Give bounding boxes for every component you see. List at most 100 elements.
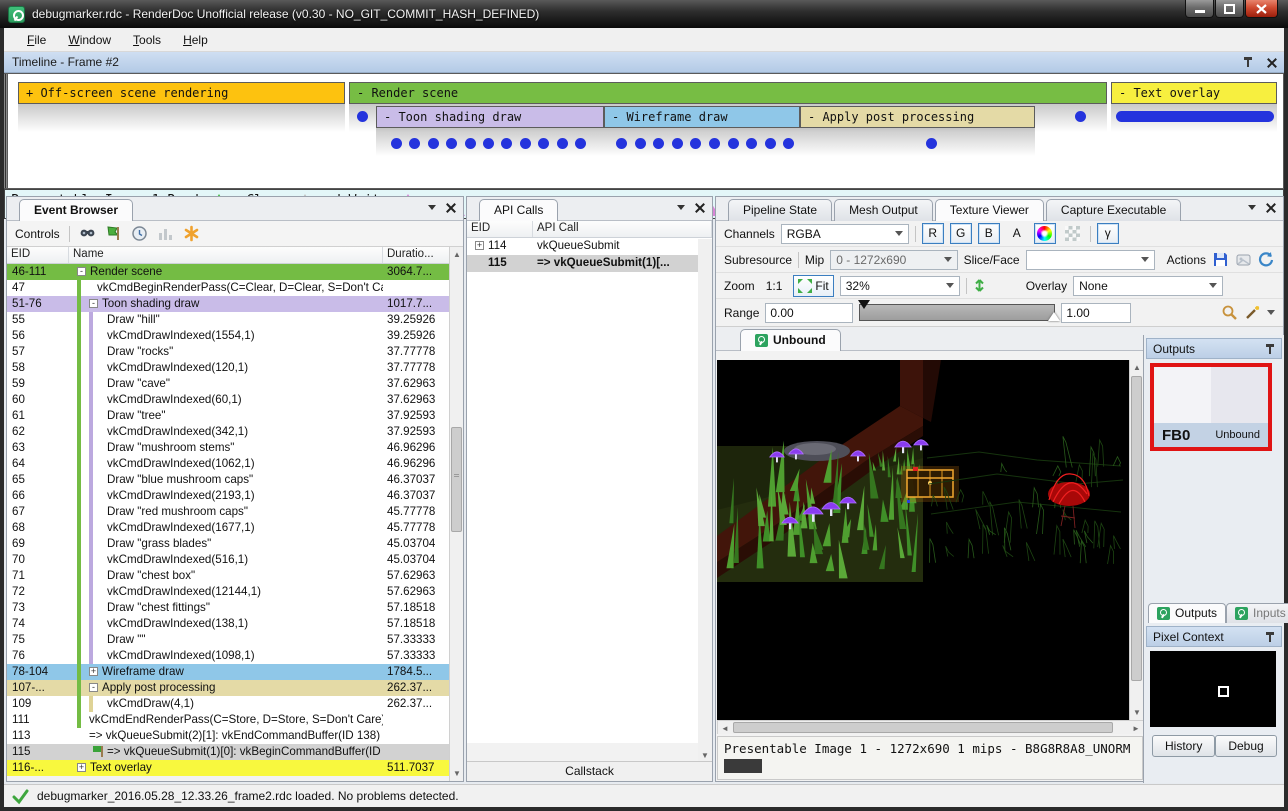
timeline-draw-dot[interactable]: [520, 138, 531, 149]
hdr-mul-color-wheel-button[interactable]: [1034, 223, 1056, 244]
slice-face-select[interactable]: [1026, 250, 1155, 270]
tab-texture-unbound[interactable]: Unbound: [740, 329, 841, 351]
range-min-input[interactable]: 0.00: [765, 303, 853, 323]
event-row[interactable]: 71Draw "chest box"57.62963: [7, 568, 449, 584]
event-row[interactable]: 56vkCmdDrawIndexed(1554,1)39.25926: [7, 328, 449, 344]
menu-help[interactable]: Help: [174, 30, 217, 50]
range-max-input[interactable]: 1.00: [1061, 303, 1131, 323]
timeline-draw-dot[interactable]: [483, 138, 494, 149]
event-row[interactable]: 113=> vkQueueSubmit(2)[1]: vkEndCommandB…: [7, 728, 449, 744]
event-row[interactable]: 58vkCmdDrawIndexed(120,1)37.77778: [7, 360, 449, 376]
timeline-marker-bar[interactable]: - Wireframe draw: [604, 106, 800, 128]
channel-alpha-button[interactable]: A: [1006, 223, 1028, 244]
event-row[interactable]: 75Draw ""57.33333: [7, 632, 449, 648]
zoom-select[interactable]: 32%: [840, 276, 960, 296]
minimize-button[interactable]: [1185, 0, 1214, 18]
event-row[interactable]: 65Draw "blue mushroom caps"46.37037: [7, 472, 449, 488]
chevron-down-icon[interactable]: [428, 205, 436, 210]
timeline-draw-dot[interactable]: [728, 138, 739, 149]
event-row[interactable]: 68vkCmdDrawIndexed(1677,1)45.77778: [7, 520, 449, 536]
event-row[interactable]: 115=> vkQueueSubmit(1)[0]: vkBeginComman…: [7, 744, 449, 760]
event-row[interactable]: 116-...+Text overlay511.7037: [7, 760, 449, 776]
timeline-draw-dot[interactable]: [709, 138, 720, 149]
save-icon[interactable]: [1212, 251, 1229, 268]
menu-file[interactable]: File: [18, 30, 55, 50]
event-row[interactable]: 57Draw "rocks"37.77778: [7, 344, 449, 360]
close-button[interactable]: [1245, 0, 1278, 18]
timeline-draw-dot[interactable]: [1075, 111, 1086, 122]
channel-green-button[interactable]: G: [950, 223, 972, 244]
channel-blue-button[interactable]: B: [978, 223, 1000, 244]
tree-expander[interactable]: -: [89, 683, 98, 692]
menu-tools[interactable]: Tools: [124, 30, 170, 50]
debug-button[interactable]: Debug: [1215, 735, 1276, 757]
pixel-context-view[interactable]: [1150, 651, 1276, 727]
event-row[interactable]: 73Draw "chest fittings"57.18518: [7, 600, 449, 616]
gamma-button[interactable]: γ: [1097, 223, 1119, 244]
timeline-grip[interactable]: [4, 74, 7, 188]
tree-expander[interactable]: -: [77, 267, 86, 276]
close-icon[interactable]: [695, 203, 704, 212]
timeline-draw-dot[interactable]: [926, 138, 937, 149]
tree-expander[interactable]: +: [77, 763, 86, 772]
event-row[interactable]: 55Draw "hill"39.25926: [7, 312, 449, 328]
tab-texture-viewer[interactable]: Texture Viewer: [935, 199, 1044, 221]
timeline-draw-dot[interactable]: [635, 138, 646, 149]
tab-inputs[interactable]: Inputs: [1226, 603, 1288, 623]
tree-expander[interactable]: -: [89, 299, 98, 308]
callstack-collapsed-panel[interactable]: Callstack: [467, 761, 712, 781]
tab-api-calls[interactable]: API Calls: [479, 199, 558, 221]
tree-expander[interactable]: +: [89, 667, 98, 676]
open-in-viewer-icon[interactable]: [1235, 251, 1252, 268]
timeline-draw-dot[interactable]: [428, 138, 439, 149]
event-row[interactable]: 61Draw "tree"37.92593: [7, 408, 449, 424]
tab-capture-executable[interactable]: Capture Executable: [1046, 199, 1181, 221]
event-row[interactable]: 62vkCmdDrawIndexed(342,1)37.92593: [7, 424, 449, 440]
fb0-thumbnail[interactable]: FB0 Unbound: [1150, 363, 1272, 451]
timeline-marker-bar[interactable]: - Render scene: [349, 82, 1107, 104]
timeline-draw-dot[interactable]: [357, 111, 368, 122]
overlay-select[interactable]: None: [1073, 276, 1223, 296]
timeline-marker-bar[interactable]: + Off-screen scene rendering: [18, 82, 345, 104]
tab-outputs[interactable]: Outputs: [1148, 603, 1226, 623]
chevron-down-icon[interactable]: [677, 205, 685, 210]
event-row[interactable]: 51-76-Toon shading draw1017.7...: [7, 296, 449, 312]
event-row[interactable]: 109vkCmdDraw(4,1)262.37...: [7, 696, 449, 712]
close-icon[interactable]: [1267, 58, 1276, 67]
texture-horizontal-scrollbar[interactable]: ◄ ►: [717, 720, 1143, 734]
toolbar-overflow-icon[interactable]: [1267, 310, 1275, 315]
bookmark-asterisk-icon[interactable]: [183, 225, 200, 242]
event-row[interactable]: 107-...-Apply post processing262.37...: [7, 680, 449, 696]
title-bar[interactable]: debugmarker.rdc - RenderDoc Unofficial r…: [0, 0, 1288, 28]
autofit-magnifier-icon[interactable]: [1221, 304, 1238, 321]
texture-vertical-scrollbar[interactable]: ▲ ▼: [1129, 360, 1143, 720]
pin-icon[interactable]: [1243, 56, 1253, 68]
event-row[interactable]: 67Draw "red mushroom caps"45.77778: [7, 504, 449, 520]
event-row[interactable]: 59Draw "cave"37.62963: [7, 376, 449, 392]
api-call-row[interactable]: 115=> vkQueueSubmit(1)[...: [467, 255, 712, 272]
time-draws-clock-icon[interactable]: [131, 225, 148, 242]
event-row[interactable]: 63Draw "mushroom stems"46.96296: [7, 440, 449, 456]
range-black-point-handle[interactable]: [858, 300, 870, 309]
texture-viewport[interactable]: [717, 360, 1129, 720]
close-icon[interactable]: [446, 203, 455, 212]
timeline-draw-dot[interactable]: [391, 138, 402, 149]
tab-pipeline-state[interactable]: Pipeline State: [728, 199, 832, 221]
channel-red-button[interactable]: R: [922, 223, 944, 244]
api-call-row[interactable]: +114vkQueueSubmit: [467, 238, 712, 255]
timeline-draw-dot[interactable]: [575, 138, 586, 149]
zoom-1to1-button[interactable]: 1:1: [761, 275, 788, 297]
histogram-wand-icon[interactable]: [1244, 304, 1261, 321]
tab-event-browser[interactable]: Event Browser: [19, 199, 133, 221]
refresh-icon[interactable]: [1258, 251, 1275, 268]
pin-icon[interactable]: [1265, 343, 1275, 355]
event-row[interactable]: 69Draw "grass blades"45.03704: [7, 536, 449, 552]
event-row[interactable]: 47vkCmdBeginRenderPass(C=Clear, D=Clear,…: [7, 280, 449, 296]
maximize-button[interactable]: [1215, 0, 1244, 18]
close-icon[interactable]: [1266, 203, 1275, 212]
find-icon[interactable]: [79, 225, 96, 242]
event-row[interactable]: 72vkCmdDrawIndexed(12144,1)57.62963: [7, 584, 449, 600]
timeline-draw-dot[interactable]: [557, 138, 568, 149]
timeline-draw-capsule[interactable]: [1116, 111, 1274, 122]
event-row[interactable]: 111vkCmdEndRenderPass(C=Store, D=Store, …: [7, 712, 449, 728]
